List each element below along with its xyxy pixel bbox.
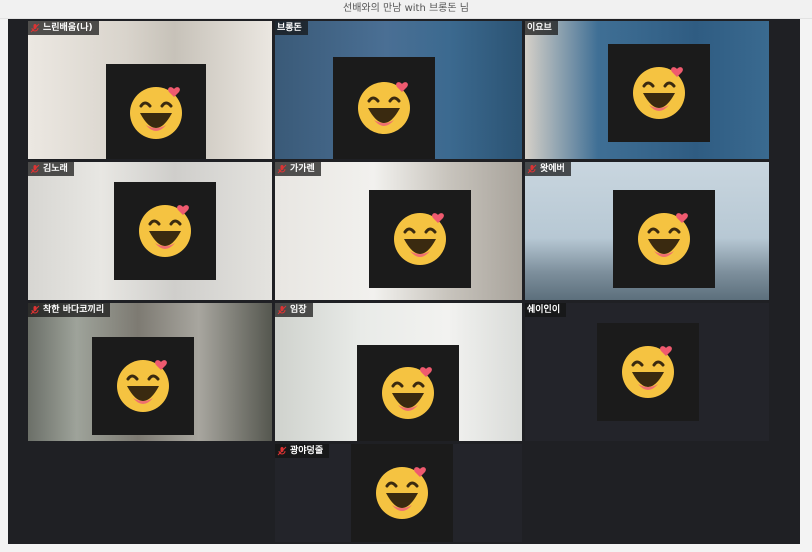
- muted-mic-icon: [277, 164, 287, 174]
- face-cover: [613, 190, 715, 288]
- laughing-face-icon: [111, 352, 175, 420]
- name-tag: 착한 바다코끼리: [28, 303, 111, 317]
- muted-mic-icon: [30, 305, 40, 315]
- meeting-window: 선배와의 만남 with 브롱돈 님 느린배움(나) 브롱돈 이요브 김노래 가…: [0, 0, 812, 552]
- laughing-face-icon: [627, 59, 691, 127]
- name-tag: 브롱돈: [275, 21, 308, 35]
- laughing-face-icon: [388, 205, 452, 273]
- laughing-face-icon: [352, 74, 416, 142]
- face-cover: [357, 345, 459, 441]
- muted-mic-icon: [277, 305, 287, 315]
- muted-mic-icon: [30, 23, 40, 33]
- name-tag: 느린배움(나): [28, 21, 99, 35]
- name-tag: 쉐이인이: [525, 303, 567, 317]
- face-cover: [597, 323, 699, 421]
- participant-tile-8[interactable]: 임장: [275, 303, 522, 441]
- laughing-face-icon: [133, 197, 197, 265]
- video-gallery: 느린배움(나) 브롱돈 이요브 김노래 가가렌 왓에버 착한 바다코끼리 임장 …: [8, 19, 800, 544]
- face-cover: [351, 444, 453, 542]
- participant-tile-10[interactable]: 광야덩줄: [275, 444, 522, 542]
- name-tag: 왓에버: [525, 162, 571, 176]
- face-cover: [333, 57, 435, 159]
- participant-tile-4[interactable]: 김노래: [28, 162, 272, 300]
- participant-tile-5[interactable]: 가가렌: [275, 162, 522, 300]
- name-tag: 가가렌: [275, 162, 321, 176]
- face-cover: [92, 337, 194, 435]
- face-cover: [369, 190, 471, 288]
- face-cover: [114, 182, 216, 280]
- face-cover: [106, 64, 206, 159]
- laughing-face-icon: [370, 459, 434, 527]
- name-tag: 이요브: [525, 21, 558, 35]
- muted-mic-icon: [30, 164, 40, 174]
- muted-mic-icon: [527, 164, 537, 174]
- face-cover: [608, 44, 710, 142]
- participant-tile-7[interactable]: 착한 바다코끼리: [28, 303, 272, 441]
- window-title: 선배와의 만남 with 브롱돈 님: [0, 0, 812, 19]
- laughing-face-icon: [124, 79, 188, 147]
- participant-tile-9[interactable]: 쉐이인이: [525, 303, 769, 441]
- laughing-face-icon: [632, 205, 696, 273]
- participant-tile-3-active-speaker[interactable]: 이요브: [525, 21, 769, 159]
- name-tag: 김노래: [28, 162, 74, 176]
- participant-tile-1[interactable]: 느린배움(나): [28, 21, 272, 159]
- laughing-face-icon: [376, 359, 440, 427]
- laughing-face-icon: [616, 338, 680, 406]
- name-tag: 광야덩줄: [275, 444, 330, 458]
- muted-mic-icon: [277, 446, 287, 456]
- participant-tile-2[interactable]: 브롱돈: [275, 21, 522, 159]
- name-tag: 임장: [275, 303, 313, 317]
- participant-tile-6[interactable]: 왓에버: [525, 162, 769, 300]
